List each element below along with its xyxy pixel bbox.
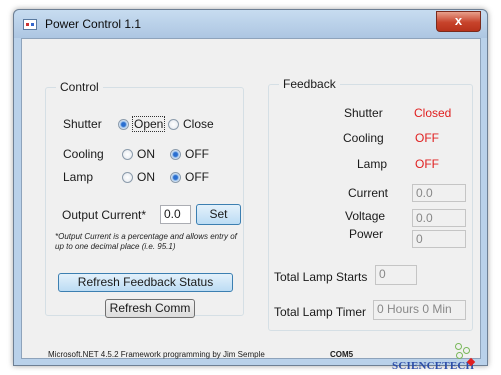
- feedback-cooling-label: Cooling: [343, 131, 384, 145]
- set-button[interactable]: Set: [196, 204, 241, 225]
- logo-ring-icon: [463, 347, 470, 354]
- feedback-group-title: Feedback: [279, 77, 340, 91]
- feedback-lamp-value: OFF: [415, 157, 439, 171]
- com-port-label: COM5: [330, 350, 354, 359]
- lamp-timer-label: Total Lamp Timer: [274, 305, 367, 319]
- radio-selected-icon: [170, 171, 181, 183]
- app-icon: [23, 19, 37, 30]
- cooling-on-radio[interactable]: ON: [122, 147, 155, 161]
- feedback-voltage-label: Voltage: [345, 209, 386, 223]
- lamp-off-label: OFF: [185, 170, 209, 184]
- logo-ring-icon: [455, 343, 462, 350]
- radio-selected-icon: [118, 118, 129, 130]
- title-bar[interactable]: Power Control 1.1 x: [14, 10, 487, 38]
- control-group-title: Control: [56, 80, 103, 94]
- feedback-power-label: Power: [349, 227, 384, 241]
- output-current-label: Output Current*: [62, 208, 147, 222]
- feedback-lamp-label: Lamp: [357, 157, 388, 171]
- feedback-current-field: 0.0: [412, 184, 466, 202]
- lamp-on-label: ON: [137, 170, 155, 184]
- cooling-off-radio[interactable]: OFF: [170, 147, 209, 161]
- feedback-shutter-value: Closed: [414, 106, 452, 120]
- radio-selected-icon: [170, 148, 181, 160]
- cooling-label: Cooling: [63, 147, 104, 161]
- refresh-feedback-button[interactable]: Refresh Feedback Status: [58, 273, 233, 292]
- logo-ring-icon: [456, 352, 463, 359]
- feedback-group: Feedback: [268, 77, 473, 331]
- feedback-power-field: 0: [412, 230, 466, 248]
- refresh-comm-button[interactable]: Refresh Comm: [105, 299, 195, 318]
- client-area: Control Shutter Open Close Cooling ON OF…: [21, 38, 481, 372]
- output-current-note: *Output Current is a percentage and allo…: [55, 232, 237, 251]
- feedback-voltage-field: 0.0: [412, 209, 466, 227]
- lamp-off-radio[interactable]: OFF: [170, 170, 209, 184]
- lamp-label: Lamp: [63, 170, 94, 184]
- output-current-input[interactable]: 0.0: [160, 205, 191, 224]
- radio-unselected-icon: [122, 171, 133, 183]
- cooling-off-label: OFF: [185, 147, 209, 161]
- shutter-label: Shutter: [63, 117, 102, 131]
- shutter-open-radio[interactable]: Open: [118, 116, 166, 132]
- cooling-on-label: ON: [137, 147, 155, 161]
- shutter-close-label: Close: [183, 117, 214, 131]
- window-title: Power Control 1.1: [45, 17, 142, 31]
- feedback-shutter-label: Shutter: [344, 106, 383, 120]
- credit-text: Microsoft.NET 4.5.2 Framework programmin…: [48, 350, 265, 359]
- shutter-close-radio[interactable]: Close: [168, 117, 214, 131]
- lamp-starts-label: Total Lamp Starts: [274, 270, 368, 284]
- lamp-timer-field: 0 Hours 0 Min: [373, 300, 466, 320]
- shutter-open-label: Open: [131, 116, 166, 132]
- lamp-on-radio[interactable]: ON: [122, 170, 155, 184]
- close-button[interactable]: x: [436, 11, 481, 32]
- lamp-starts-field: 0: [375, 265, 417, 285]
- sciencetech-logo: SCIENCETECH: [392, 360, 475, 372]
- radio-unselected-icon: [168, 118, 179, 130]
- feedback-cooling-value: OFF: [415, 131, 439, 145]
- radio-unselected-icon: [122, 148, 133, 160]
- app-window: Power Control 1.1 x Control Shutter Open…: [13, 9, 488, 372]
- feedback-current-label: Current: [348, 186, 389, 200]
